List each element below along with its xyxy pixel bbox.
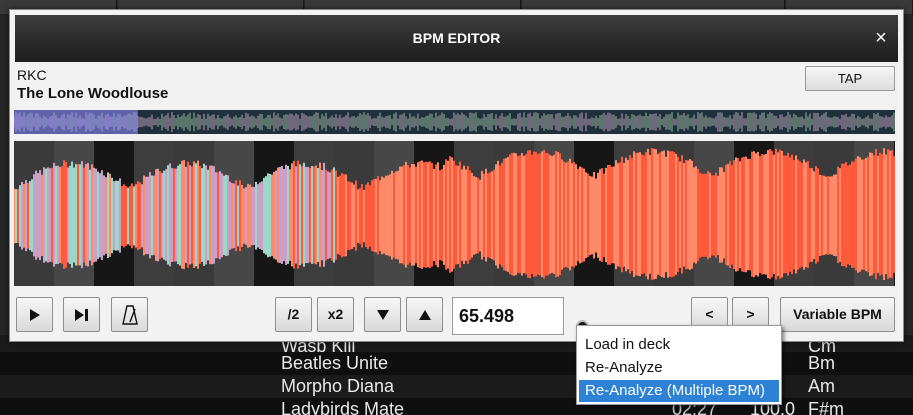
- play-icon: [29, 308, 40, 321]
- skip-to-end-icon: [74, 308, 88, 321]
- track-title: Morpho Diana: [281, 376, 395, 396]
- bpm-down-button[interactable]: [364, 297, 401, 332]
- menu-item-re-analyze[interactable]: Re-Analyze: [579, 357, 779, 379]
- triangle-up-icon: [418, 309, 431, 320]
- track-title: Beatles Unite: [281, 353, 389, 373]
- dialog-header: BPM EDITOR ×: [15, 15, 898, 62]
- track-key: Bm: [808, 353, 835, 373]
- skip-button[interactable]: [63, 297, 100, 332]
- overview-selection[interactable]: [14, 110, 138, 134]
- metronome-icon: [121, 304, 138, 325]
- metronome-button[interactable]: [111, 297, 148, 332]
- close-icon[interactable]: ×: [870, 27, 892, 49]
- bpm-up-button[interactable]: [406, 297, 443, 332]
- play-button[interactable]: [16, 297, 53, 332]
- bpm-input[interactable]: 65.498: [452, 297, 564, 335]
- dialog-title: BPM EDITOR: [412, 30, 501, 46]
- triangle-down-icon: [376, 309, 389, 320]
- overview-waveform: [14, 112, 895, 132]
- track-key: F#m: [808, 399, 844, 415]
- variable-bpm-button[interactable]: Variable BPM: [780, 297, 895, 332]
- menu-item-load-in-deck[interactable]: Load in deck: [579, 334, 779, 356]
- menu-item-re-analyze-multiple[interactable]: Re-Analyze (Multiple BPM): [579, 380, 779, 402]
- track-key: Am: [808, 376, 835, 396]
- double-bpm-button[interactable]: x2: [317, 297, 354, 332]
- half-bpm-button[interactable]: /2: [275, 297, 312, 332]
- bpm-editor-dialog: BPM EDITOR × RKC The Lone Woodlouse TAP …: [9, 9, 904, 342]
- tap-button[interactable]: TAP: [805, 66, 895, 91]
- track-title: Ladybirds Mate: [281, 399, 405, 415]
- waveform-overview[interactable]: [14, 110, 895, 134]
- context-menu: Load in deck Re-Analyze Re-Analyze (Mult…: [576, 325, 782, 405]
- beat-grid-waveform: [14, 141, 895, 286]
- track-artist: RKC: [17, 67, 47, 83]
- track-title: The Lone Woodlouse: [17, 85, 169, 102]
- main-waveform[interactable]: [14, 141, 895, 286]
